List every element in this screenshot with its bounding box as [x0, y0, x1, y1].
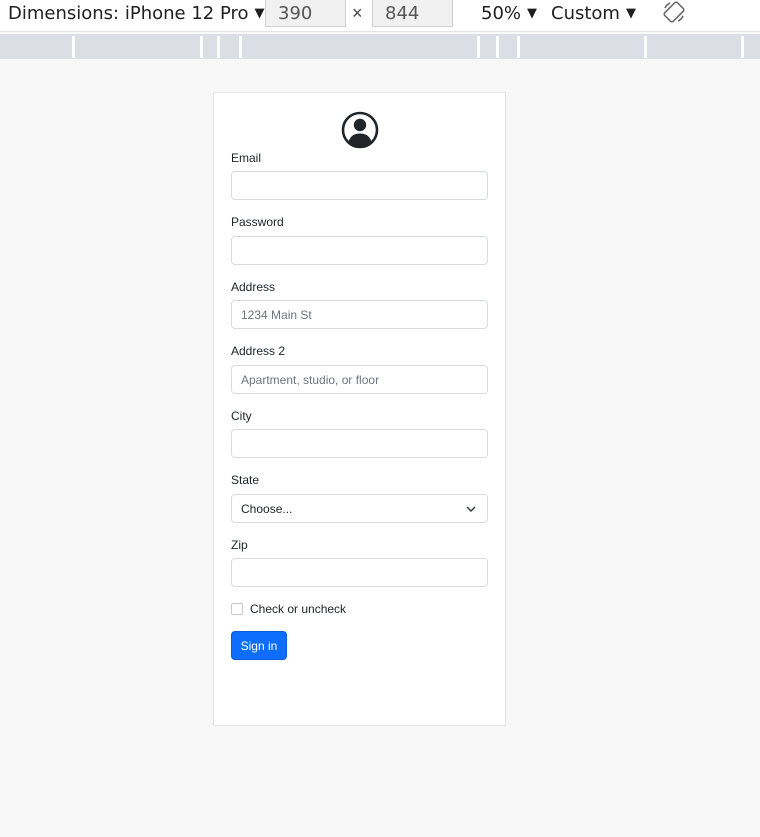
state-label: State	[231, 473, 260, 487]
city-label: City	[231, 409, 252, 423]
address-placeholder: 1234 Main St	[241, 307, 312, 322]
ruler-tick	[477, 36, 480, 58]
caret-down-icon: ▼	[625, 5, 636, 21]
address-input[interactable]: 1234 Main St	[231, 300, 488, 329]
password-label: Password	[231, 215, 284, 229]
ruler-tick	[496, 36, 499, 58]
address2-placeholder: Apartment, studio, or floor	[241, 372, 380, 387]
checkbox-label[interactable]: Check or uncheck	[250, 602, 346, 616]
email-input[interactable]	[231, 171, 488, 200]
ruler-tick	[200, 36, 203, 58]
ruler-tick	[239, 36, 242, 58]
height-input[interactable]: 844	[372, 0, 453, 27]
state-select[interactable]: Choose...	[231, 494, 488, 523]
ruler-tick	[72, 36, 75, 58]
ruler-tick	[644, 36, 647, 58]
chevron-down-icon	[466, 506, 476, 512]
ruler-tick	[517, 36, 520, 58]
caret-down-icon: ▼	[254, 5, 265, 21]
person-circle-icon	[341, 111, 379, 149]
zoom-label: 50%	[481, 2, 522, 24]
times-sign: ×	[352, 3, 363, 23]
email-label: Email	[231, 151, 262, 165]
dimensions-dropdown[interactable]: Dimensions: iPhone 12 Pro ▼	[8, 0, 265, 26]
width-input[interactable]: 390	[265, 0, 346, 27]
ruler-tick	[217, 36, 220, 58]
address2-label: Address 2	[231, 344, 286, 358]
sign-in-button[interactable]: Sign in	[231, 631, 287, 660]
address-label: Address	[231, 280, 276, 294]
media-query-bar[interactable]	[0, 34, 760, 59]
zoom-dropdown[interactable]: 50% ▼	[481, 0, 537, 26]
password-input[interactable]	[231, 236, 488, 265]
zip-input[interactable]	[231, 558, 488, 587]
caret-down-icon: ▼	[527, 5, 538, 21]
throttle-dropdown[interactable]: Custom ▼	[551, 0, 636, 26]
checkbox[interactable]	[231, 603, 243, 615]
city-input[interactable]	[231, 429, 488, 458]
state-selected-value: Choose...	[241, 501, 293, 516]
device-toolbar: Dimensions: iPhone 12 Pro ▼ 390 × 844 50…	[0, 0, 760, 32]
check-row: Check or uncheck	[231, 602, 346, 616]
address2-input[interactable]: Apartment, studio, or floor	[231, 365, 488, 394]
dimensions-label: Dimensions: iPhone 12 Pro	[8, 2, 249, 24]
device-viewport: Email Password Address 1234 Main St Addr…	[213, 92, 506, 726]
ruler-tick	[741, 36, 744, 58]
throttle-label: Custom	[551, 2, 620, 24]
rotate-icon[interactable]	[662, 0, 686, 24]
zip-label: Zip	[231, 538, 248, 552]
